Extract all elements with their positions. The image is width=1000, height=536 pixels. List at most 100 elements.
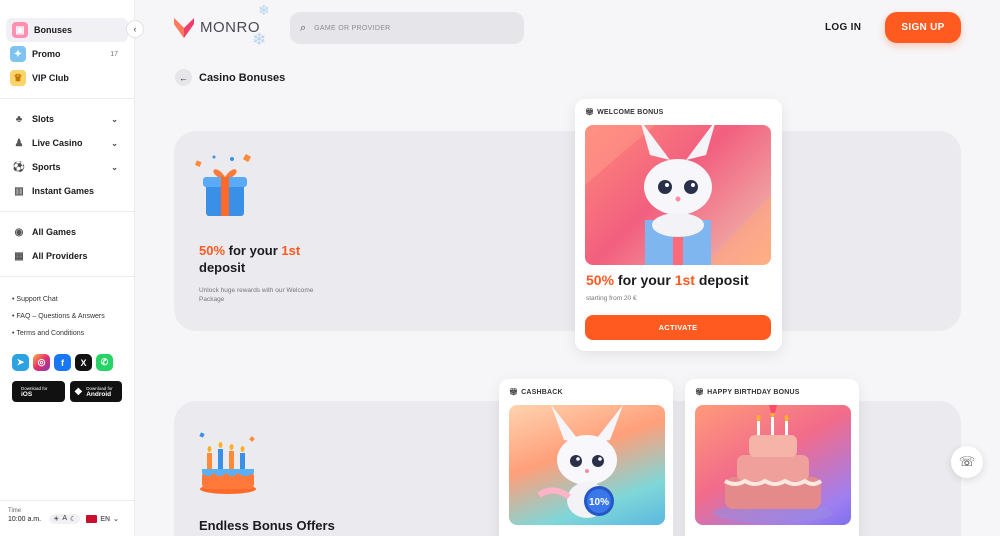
activate-button[interactable]: ACTIVATE [585,315,771,340]
x-icon[interactable]: X [75,354,92,371]
headset-icon: ☏ [958,454,976,469]
providers-icon: ▦ [14,250,24,262]
sidebar-item-bonuses[interactable]: ▣ Bonuses [6,18,128,42]
sidebar-item-label: Instant Games [32,186,95,196]
title-ordinal: 1st [674,272,695,288]
welcome-bonus-panel: 50% for your 1st deposit Unlock huge rew… [174,131,961,331]
logo[interactable]: MONRO [172,14,260,40]
sun-icon: ☀ [53,516,60,523]
sidebar-item-live-casino[interactable]: ♟ Live Casino ⌄ [0,131,134,155]
welcome-headline: 50% for your 1st deposit [199,242,300,276]
language-label: EN [100,515,111,523]
welcome-bonus-card[interactable]: 🎁︎ WELCOME BONUS 50% for your 1st deposi… [575,99,782,351]
search-bar[interactable]: ⌕ [290,12,524,44]
sidebar-item-label: VIP Club [32,73,69,83]
snowflake-icon: ❄ [258,2,270,18]
cake-icon [199,432,256,494]
support-chat-button[interactable]: ☏ [951,446,983,478]
store-small-text: Download for [21,385,48,391]
logo-mark-icon [174,18,194,38]
sidebar-item-all-games[interactable]: ◉ All Games [0,220,134,244]
logo-text: MONRO [200,18,260,36]
theme-toggle[interactable]: ☀ A ☾ [49,514,81,524]
back-arrow-icon[interactable]: ← [175,69,192,86]
link-label: Terms and Conditions [16,330,85,337]
breadcrumb: ← Casino Bonuses [175,69,285,86]
sidebar-item-label: Promo [32,49,61,59]
search-icon: ⌕ [300,21,307,34]
social-links: ➤ ◎ f X ✆ [0,348,134,377]
search-input[interactable] [314,24,495,32]
headline-ordinal: 1st [281,243,301,258]
theme-auto-label: A [62,515,68,522]
sidebar-item-promo[interactable]: ✦ Promo 17 [0,42,134,66]
title-mid: for your [614,272,675,288]
store-small-text: Download for [86,385,113,391]
android-download-button[interactable]: ◆ Download for Android [69,381,122,402]
gift-icon: 🎁︎ [695,389,705,396]
chevron-down-icon[interactable]: ⌄ [111,115,118,124]
divider [0,211,134,212]
support-chat-link[interactable]: • Support Chat [12,291,122,308]
android-icon: ◆ [74,386,83,397]
cashback-image: 10% [509,405,665,525]
gift-icon: 🎁︎ [585,109,595,116]
sidebar-item-label: All Games [32,227,77,237]
cashback-card[interactable]: 🎁︎ CASHBACK 10% [499,379,673,536]
gift-icon: 🎁︎ [509,389,519,396]
instagram-icon[interactable]: ◎ [33,354,50,371]
sidebar-item-slots[interactable]: ♣ Slots ⌄ [0,107,134,131]
terms-link[interactable]: • Terms and Conditions [12,325,122,342]
collapse-sidebar-button[interactable]: ‹ [126,20,144,38]
gift-icon: ▣ [12,22,28,38]
slots-icon: ♣ [15,113,23,125]
snowflake-icon: ❄ [252,30,267,49]
facebook-icon[interactable]: f [54,354,71,371]
chevron-down-icon[interactable]: ⌄ [111,139,118,148]
sidebar-item-sports[interactable]: ⚽ Sports ⌄ [0,155,134,179]
crown-icon: ♛ [10,70,26,86]
headline-mid: for your [225,243,282,258]
sidebar-item-label: Sports [32,162,61,172]
time-value: 10:00 a.m. [8,515,42,523]
offers-headline: Endless Bonus Offers [199,518,335,533]
welcome-bonus-image [585,125,771,265]
sidebar-item-all-providers[interactable]: ▦ All Providers [0,244,134,268]
signup-button[interactable]: SIGN UP [885,12,961,43]
birthday-cake-illustration [713,405,833,523]
title-end: deposit [694,272,749,288]
sidebar-item-instant-games[interactable]: ▥ Instant Games [0,179,134,203]
gift-box-icon [195,153,252,216]
card-subtitle: starting from 20 € [586,295,637,302]
card-tag: 🎁︎ CASHBACK [509,388,563,397]
promo-count: 17 [110,50,118,58]
sidebar-item-vip-club[interactable]: ♛ VIP Club [0,66,134,90]
telegram-icon[interactable]: ➤ [12,354,29,371]
login-button[interactable]: LOG IN [825,22,861,33]
page-title: Casino Bonuses [199,71,286,84]
sidebar-item-label: All Providers [32,251,88,261]
all-games-icon: ◉ [14,226,24,238]
faq-link[interactable]: • FAQ – Questions & Answers [12,308,122,325]
sidebar-footer: Time 10:00 a.m. ☀ A ☾ EN ⌄ [0,500,135,536]
chevron-down-icon[interactable]: ⌄ [111,163,118,172]
chevron-left-icon: ‹ [133,24,137,34]
sidebar: ▣ Bonuses ✦ Promo 17 ♛ VIP Club ♣ Slots … [0,0,135,536]
headline-percent: 50% [199,243,226,258]
headline-end: deposit [199,260,246,275]
footer-links: • Support Chat • FAQ – Questions & Answe… [0,285,134,348]
ios-download-button[interactable]: Download for iOS [12,381,65,402]
birthday-bonus-card[interactable]: 🎁︎ HAPPY BIRTHDAY BONUS [685,379,859,536]
uk-flag-icon [86,515,98,523]
chevron-down-icon: ⌄ [113,516,119,523]
card-tag: 🎁︎ HAPPY BIRTHDAY BONUS [695,388,800,397]
instant-games-icon: ▥ [14,185,24,197]
store-big-text: iOS [21,390,33,398]
moon-icon: ☾ [70,516,77,523]
language-selector[interactable]: EN ⌄ [86,515,119,523]
card-tag-label: WELCOME BONUS [597,108,664,116]
whatsapp-icon[interactable]: ✆ [96,354,113,371]
card-title: 50% for your 1st deposit [586,272,749,288]
live-casino-icon: ♟ [14,137,24,149]
promo-icon: ✦ [10,46,26,62]
